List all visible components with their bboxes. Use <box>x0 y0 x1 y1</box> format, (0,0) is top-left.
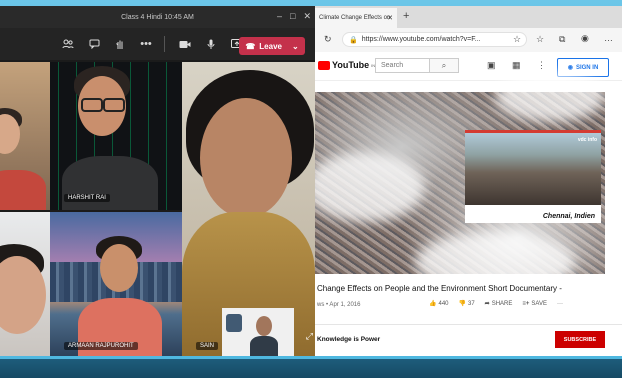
like-count: 440 <box>438 300 449 307</box>
favorites-icon[interactable]: ☆ <box>536 34 544 45</box>
phone-icon: ☎ <box>245 41 256 51</box>
youtube-play-icon <box>318 60 330 70</box>
participant-name: HARSHIT RAI <box>64 194 110 202</box>
subscribe-button[interactable]: SUBSCRIBE <box>555 331 605 348</box>
video-meta: ws • Apr 1, 2016 <box>317 302 361 308</box>
video-actions: 👍 440 👎 37 ➦ SHARE ≡+ SAVE ··· <box>429 300 563 308</box>
leave-label: Leave <box>259 41 282 51</box>
favorite-star-icon[interactable]: ☆ <box>513 34 521 45</box>
inset-caption: Chennai, Indien <box>542 213 595 220</box>
refresh-icon[interactable]: ↻ <box>324 34 332 45</box>
more-actions-icon[interactable]: ··· <box>557 300 563 307</box>
tab-title: Climate Change Effects on <box>319 15 391 21</box>
video-title: Change Effects on People and the Environ… <box>317 284 562 293</box>
minimize-icon[interactable]: – <box>277 11 282 22</box>
browser-window: Climate Change Effects on ✕ + ↻ 🔒 https:… <box>315 6 622 356</box>
camera-icon[interactable] <box>175 34 195 54</box>
url-field[interactable]: 🔒 https://www.youtube.com/watch?v=F... <box>342 32 527 47</box>
participant-tile[interactable]: SAIN ⤢ <box>182 62 315 356</box>
face <box>256 316 272 336</box>
apps-grid-icon[interactable]: ▦ <box>512 60 521 71</box>
youtube-logo-text: YouTube <box>332 60 370 70</box>
tab-strip: Climate Change Effects on ✕ + <box>315 6 622 28</box>
share-arrow-icon: ➦ <box>484 301 490 307</box>
self-view-preview <box>222 308 294 356</box>
close-tab-icon[interactable]: ✕ <box>387 14 393 22</box>
participant-name: SAIN <box>196 342 219 350</box>
like-button[interactable]: 👍 440 <box>429 300 449 308</box>
inset-logo: vdc info <box>577 137 597 143</box>
inset-photo: vdc info <box>465 133 601 205</box>
chat-icon[interactable] <box>84 34 104 54</box>
save-button[interactable]: ≡+ SAVE <box>522 300 547 307</box>
search-icon[interactable]: ⌕ <box>429 58 459 73</box>
profile-icon[interactable]: ◉ <box>581 33 589 44</box>
close-icon[interactable]: ✕ <box>303 11 311 22</box>
participant-tile[interactable] <box>0 62 50 210</box>
badge-icon <box>226 314 242 332</box>
shirt <box>0 170 46 210</box>
dislike-button[interactable]: 👎 37 <box>458 300 475 308</box>
channel-name[interactable]: Knowledge is Power <box>317 336 380 343</box>
settings-more-icon[interactable]: ⋮ <box>537 60 546 71</box>
more-icon[interactable]: ••• <box>136 34 156 54</box>
video-inset-frame: vdc info Chennai, Indien <box>465 130 601 223</box>
leave-button[interactable]: ☎ Leave ⌄ <box>239 37 305 55</box>
teams-window: Class 4 Hindi 10:45 AM – □ ✕ ••• ☎ Leave… <box>0 6 315 356</box>
lock-icon: 🔒 <box>349 36 358 44</box>
browser-tab[interactable]: Climate Change Effects on ✕ <box>315 8 397 28</box>
cloud <box>415 232 575 292</box>
chevron-down-icon[interactable]: ⌄ <box>292 42 299 51</box>
teams-titlebar: Class 4 Hindi 10:45 AM – □ ✕ <box>0 6 315 28</box>
toolbar-divider <box>164 36 165 52</box>
save-label: SAVE <box>531 300 547 307</box>
participant-tile[interactable]: ARMAAN RAJPUROHIT <box>50 212 182 356</box>
new-tab-icon[interactable]: + <box>403 10 409 22</box>
account-icon: ◉ <box>567 65 573 71</box>
face <box>200 98 292 218</box>
youtube-logo[interactable]: YouTube IN <box>318 60 375 70</box>
sign-in-label: SIGN IN <box>575 64 599 71</box>
participant-tile[interactable]: HARSHIT RAI <box>50 62 182 210</box>
dislike-count: 37 <box>467 300 475 307</box>
participant-name: ARMAAN RAJPUROHIT <box>64 342 138 350</box>
cloud <box>495 72 605 122</box>
video-player[interactable]: vdc info Chennai, Indien <box>315 72 605 292</box>
thumbs-up-icon: 👍 <box>429 301 437 307</box>
maximize-icon[interactable]: □ <box>290 11 295 22</box>
more-icon[interactable]: … <box>604 33 613 43</box>
taskbar-highlight <box>0 356 622 359</box>
playlist-add-icon: ≡+ <box>522 300 530 307</box>
cloud <box>315 152 425 222</box>
create-video-icon[interactable]: ▣ <box>487 60 496 71</box>
glasses <box>81 98 103 112</box>
share-label: SHARE <box>491 300 513 307</box>
collections-icon[interactable]: ⧉ <box>559 34 565 45</box>
face <box>100 244 138 292</box>
taskbar <box>0 356 622 378</box>
mic-icon[interactable] <box>201 34 221 54</box>
url-text: https://www.youtube.com/watch?v=F... <box>361 36 481 43</box>
people-icon[interactable] <box>58 34 78 54</box>
teams-window-title: Class 4 Hindi 10:45 AM <box>121 13 194 21</box>
share-button[interactable]: ➦ SHARE <box>484 300 513 308</box>
expand-icon[interactable]: ⤢ <box>306 331 313 342</box>
divider <box>315 324 622 325</box>
search-placeholder: Search <box>381 62 404 69</box>
address-bar-row: ↻ 🔒 https://www.youtube.com/watch?v=F...… <box>315 28 622 53</box>
shirt <box>250 336 278 356</box>
raise-hand-icon[interactable] <box>110 34 130 54</box>
participant-tile[interactable] <box>0 212 50 356</box>
thumbs-down-icon: 👎 <box>458 301 466 307</box>
glasses <box>103 98 125 112</box>
